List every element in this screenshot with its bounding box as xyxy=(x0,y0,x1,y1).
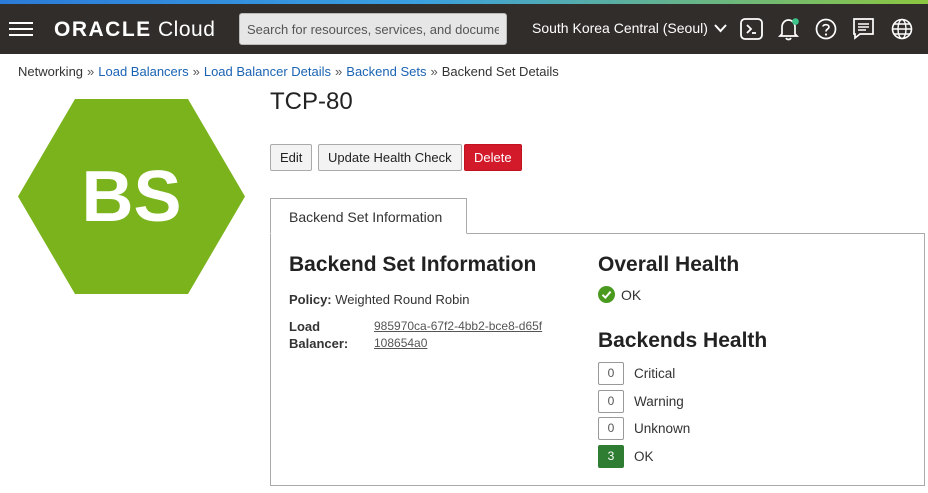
breadcrumb-current-page: Backend Set Details xyxy=(441,64,559,79)
cloud-shell-icon[interactable] xyxy=(739,16,765,42)
breadcrumb: Networking» Load Balancers» Load Balancer … xyxy=(18,64,559,79)
backends-health-row-critical[interactable]: 0 Critical xyxy=(598,361,675,385)
backends-health-row-ok[interactable]: 3 OK xyxy=(598,444,654,468)
region-selector[interactable]: South Korea Central (Seoul) xyxy=(532,20,727,36)
policy-label: Policy: xyxy=(289,292,332,307)
warning-count-badge: 0 xyxy=(598,389,624,413)
breadcrumb-load-balancer-details-link[interactable]: Load Balancer Details xyxy=(204,64,331,79)
breadcrumb-networking: Networking xyxy=(18,64,84,79)
update-health-check-button[interactable]: Update Health Check xyxy=(318,144,462,171)
overall-health-status: OK xyxy=(598,286,641,303)
overall-health-status-text: OK xyxy=(621,286,642,303)
hamburger-menu-icon[interactable] xyxy=(9,19,33,39)
unknown-label: Unknown xyxy=(634,420,691,436)
load-balancer-id-link[interactable]: 985970ca-67f2-4bb2-bce8-d65f108654a0 xyxy=(374,318,544,352)
overall-health-heading: Overall Health xyxy=(598,253,740,276)
region-label: South Korea Central (Seoul) xyxy=(532,20,708,36)
backends-health-row-unknown[interactable]: 0 Unknown xyxy=(598,416,690,440)
oracle-cloud-logo[interactable]: ORACLE Cloud xyxy=(54,18,215,42)
delete-button[interactable]: Delete xyxy=(464,144,522,171)
chevron-down-icon xyxy=(714,23,727,32)
logo-brand: ORACLE xyxy=(54,18,152,41)
policy-row: Policy: Weighted Round Robin xyxy=(289,292,469,307)
logo-product: Cloud xyxy=(158,18,216,41)
unknown-count-badge: 0 xyxy=(598,416,624,440)
help-icon[interactable] xyxy=(813,16,839,42)
backends-health-heading: Backends Health xyxy=(598,329,768,352)
breadcrumb-load-balancers-link[interactable]: Load Balancers xyxy=(98,64,188,79)
policy-value: Weighted Round Robin xyxy=(335,292,470,307)
tab-backend-set-information[interactable]: Backend Set Information xyxy=(270,198,467,234)
breadcrumb-backend-sets-link[interactable]: Backend Sets xyxy=(346,64,426,79)
language-globe-icon[interactable] xyxy=(889,16,915,42)
notifications-bell-icon[interactable] xyxy=(776,16,802,42)
breadcrumb-separator: » xyxy=(87,64,95,79)
feedback-chat-icon[interactable] xyxy=(851,16,877,42)
search-input[interactable] xyxy=(239,13,507,45)
backend-set-hexagon-badge: BS xyxy=(18,99,245,294)
backends-health-row-warning[interactable]: 0 Warning xyxy=(598,389,684,413)
hexagon-badge-text: BS xyxy=(81,157,181,237)
load-balancer-label: Load Balancer: xyxy=(289,318,348,352)
critical-label: Critical xyxy=(634,365,676,381)
breadcrumb-separator: » xyxy=(430,64,438,79)
critical-count-badge: 0 xyxy=(598,361,624,385)
top-navigation-bar: ORACLE Cloud South Korea Central (Seoul) xyxy=(0,4,928,54)
warning-label: Warning xyxy=(634,393,684,409)
ok-check-circle-icon xyxy=(598,286,615,303)
backend-set-information-heading: Backend Set Information xyxy=(289,253,537,276)
edit-button[interactable]: Edit xyxy=(270,144,313,171)
load-balancer-label-line1: Load xyxy=(289,319,321,334)
load-balancer-label-line2: Balancer: xyxy=(289,336,349,351)
ok-label: OK xyxy=(634,448,654,464)
ok-count-badge: 3 xyxy=(598,444,624,468)
breadcrumb-separator: » xyxy=(192,64,200,79)
page-title: TCP-80 xyxy=(270,88,353,115)
breadcrumb-separator: » xyxy=(335,64,343,79)
